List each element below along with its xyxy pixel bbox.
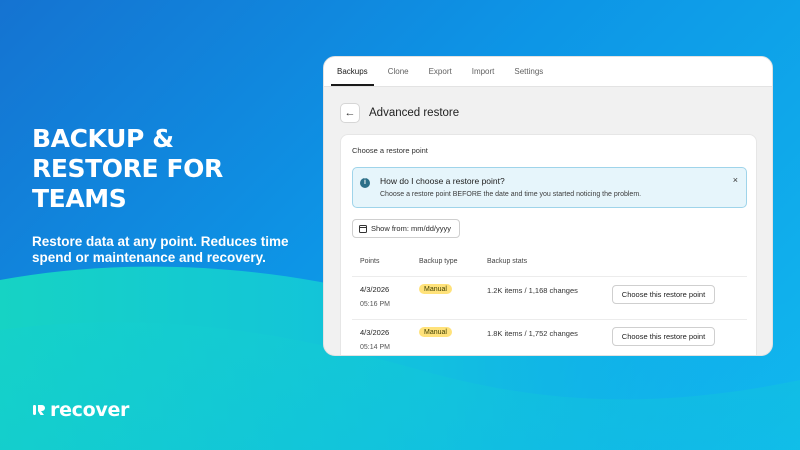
hero-subtitle: Restore data at any point. Reduces time … <box>32 234 289 265</box>
info-icon: i <box>360 178 370 188</box>
page-header: ← Advanced restore <box>340 103 459 123</box>
column-header-backup-stats: Backup stats <box>487 258 528 265</box>
card-heading: Choose a restore point <box>352 146 428 155</box>
row-divider <box>352 319 747 320</box>
backup-stats: 1.8K items / 1,752 changes <box>487 329 578 338</box>
tab-import[interactable]: Import <box>462 57 505 86</box>
row-time: 05:14 PM <box>360 344 390 351</box>
backup-type-badge: Manual <box>419 284 452 294</box>
tab-export[interactable]: Export <box>419 57 462 86</box>
column-header-backup-type: Backup type <box>419 258 458 265</box>
column-header-points: Points <box>360 258 380 265</box>
recover-logo-icon <box>33 405 45 415</box>
tab-settings[interactable]: Settings <box>504 57 553 86</box>
back-button[interactable]: ← <box>340 103 360 123</box>
date-filter-button[interactable]: Show from: mm/dd/yyyy <box>352 219 461 238</box>
calendar-icon <box>359 224 367 233</box>
choose-restore-point-button[interactable]: Choose this restore point <box>612 285 715 304</box>
backup-stats: 1.2K items / 1,168 changes <box>487 286 578 295</box>
row-date: 4/3/2026 <box>360 285 390 294</box>
tab-backups[interactable]: Backups <box>327 57 378 86</box>
brand-name: recover <box>50 399 130 421</box>
banner-text: Choose a restore point BEFORE the date a… <box>380 191 642 198</box>
choose-restore-point-button[interactable]: Choose this restore point <box>612 327 715 346</box>
tab-bar: Backups Clone Export Import Settings <box>324 57 772 87</box>
arrow-left-icon: ← <box>344 107 356 119</box>
hero: BACKUP & RESTORE FOR TEAMS Restore data … <box>32 124 302 266</box>
tab-clone[interactable]: Clone <box>378 57 419 86</box>
brand-logo: recover <box>32 399 129 421</box>
row-divider <box>352 276 747 277</box>
backup-type-badge: Manual <box>419 327 452 337</box>
hero-title: BACKUP & RESTORE FOR TEAMS <box>32 124 223 213</box>
row-time: 05:16 PM <box>360 301 390 308</box>
page-title: Advanced restore <box>369 107 460 119</box>
row-date: 4/3/2026 <box>360 328 390 337</box>
restore-card: Choose a restore point i How do I choose… <box>340 134 757 355</box>
close-icon[interactable]: × <box>733 175 738 185</box>
banner-title: How do I choose a restore point? <box>380 176 505 186</box>
app-window: Backups Clone Export Import Settings ← A… <box>323 56 773 356</box>
info-banner: i How do I choose a restore point? Choos… <box>352 167 747 208</box>
date-filter-label: Show from: mm/dd/yyyy <box>371 224 452 233</box>
